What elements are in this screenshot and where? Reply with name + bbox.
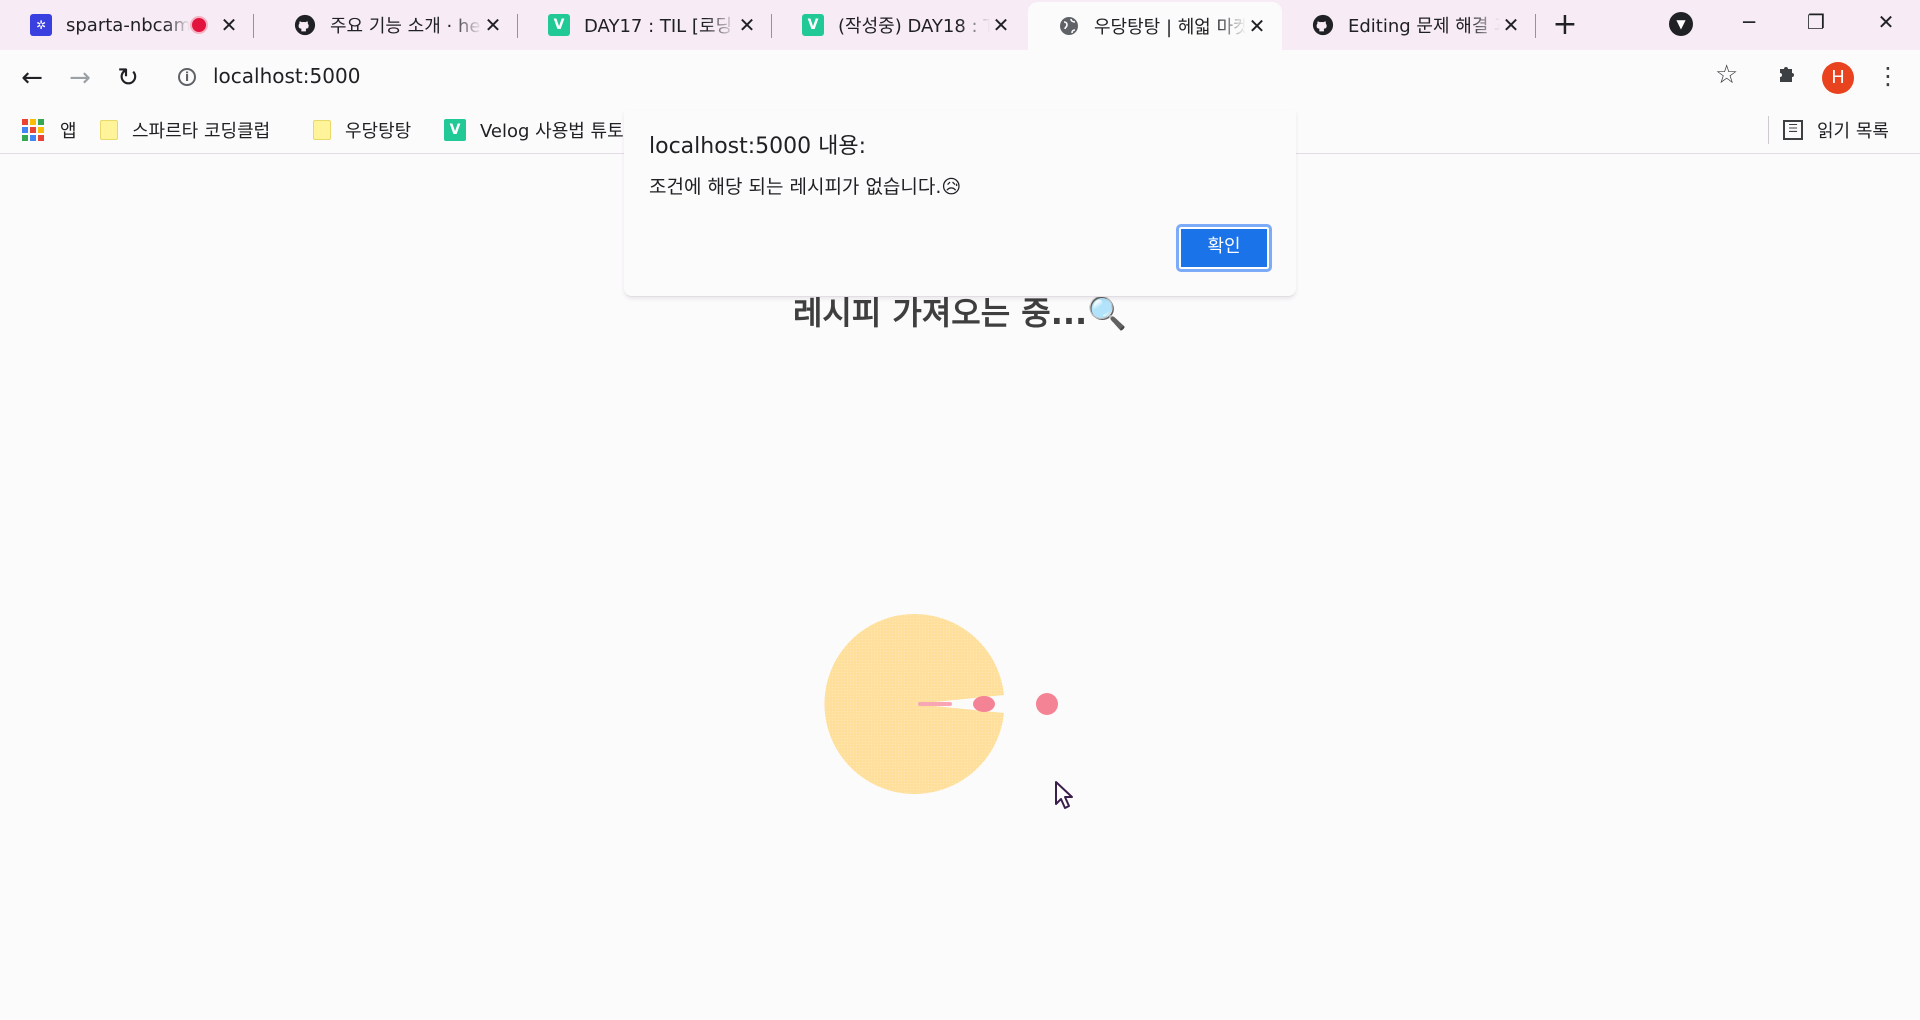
recording-icon <box>190 16 208 34</box>
reading-list-button[interactable]: ☰ 읽기 목록 <box>1783 114 1889 146</box>
tab-search-icon[interactable]: ▼ <box>1669 12 1693 36</box>
alert-dialog: localhost:5000 내용: 조건에 해당 되는 레시피가 없습니다.😥… <box>624 110 1296 297</box>
tab-github-heropy[interactable]: 주요 기능 소개 · heropy ✕ <box>264 0 518 50</box>
bookmark-label: 스파르타 코딩클럽 <box>132 121 271 142</box>
tab-active-wudang[interactable]: 우당탕탕 | 헤얿 마켓 ✕ <box>1028 2 1282 50</box>
bookmark-apps[interactable]: 앱 <box>22 114 77 146</box>
browser-toolbar: ← → ↻ i localhost:5000 ☆ H ⋮ <box>0 50 1920 106</box>
alert-ok-button[interactable]: 확인 <box>1176 224 1272 272</box>
close-icon[interactable]: ✕ <box>218 13 240 37</box>
bookmark-velog[interactable]: V Velog 사용법 튜토 <box>444 114 624 146</box>
apps-grid-icon <box>22 119 44 141</box>
github-icon <box>294 14 316 36</box>
tab-title: Editing 문제 해결 과정 <box>1348 16 1500 37</box>
folder-icon <box>100 120 118 140</box>
velog-icon: V <box>548 14 570 36</box>
profile-avatar[interactable]: H <box>1822 62 1854 94</box>
bookmark-label: 앱 <box>60 121 77 142</box>
close-icon[interactable]: ✕ <box>736 13 758 37</box>
velog-icon: V <box>444 119 466 141</box>
close-icon[interactable]: ✕ <box>990 13 1012 37</box>
tab-strip: ✲ sparta-nbcamp ✕ 주요 기능 소개 · heropy ✕ V … <box>0 0 1920 50</box>
info-icon[interactable]: i <box>178 68 196 86</box>
reading-list-icon: ☰ <box>1783 120 1803 140</box>
tab-separator <box>253 14 254 38</box>
alert-message: 조건에 해당 되는 레시피가 없습니다.😥 <box>649 176 962 198</box>
folder-icon <box>313 120 331 140</box>
bookmark-label: 우당탕탕 <box>345 121 412 142</box>
bookmark-label: Velog 사용법 튜토 <box>480 121 624 142</box>
back-arrow-icon[interactable]: ← <box>16 62 48 94</box>
tab-velog-day17[interactable]: V DAY17 : TIL [로딩 페이지] ✕ <box>518 0 772 50</box>
close-icon[interactable]: ✕ <box>1246 14 1268 38</box>
reading-list-label: 읽기 목록 <box>1817 121 1889 142</box>
pacman-loader <box>820 612 1070 802</box>
velog-icon: V <box>802 14 824 36</box>
bookmarks-divider <box>1768 116 1769 144</box>
pacman-dot <box>1036 693 1058 715</box>
window-close-icon[interactable]: ✕ <box>1866 4 1906 40</box>
sparta-icon: ✲ <box>30 14 52 36</box>
minimize-icon[interactable]: ─ <box>1729 4 1769 40</box>
tab-title: 우당탕탕 | 헤얿 마켓 <box>1094 17 1246 38</box>
alert-title: localhost:5000 내용: <box>649 134 867 159</box>
tab-title: DAY17 : TIL [로딩 페이지] <box>584 16 736 37</box>
globe-icon <box>1058 15 1080 37</box>
restore-icon[interactable]: ❐ <box>1796 4 1836 40</box>
reload-icon[interactable]: ↻ <box>112 62 144 94</box>
forward-arrow-icon[interactable]: → <box>64 62 96 94</box>
pacman-dot-eaten <box>973 696 995 712</box>
address-bar[interactable]: localhost:5000 <box>213 64 360 88</box>
close-icon[interactable]: ✕ <box>1500 13 1522 37</box>
tab-sparta[interactable]: ✲ sparta-nbcamp ✕ <box>0 0 254 50</box>
tab-title: 주요 기능 소개 · heropy <box>330 16 482 37</box>
github-icon <box>1312 14 1334 36</box>
extensions-puzzle-icon[interactable] <box>1776 62 1800 92</box>
tab-title: sparta-nbcamp <box>66 14 190 36</box>
mouse-pointer-icon <box>1054 780 1076 814</box>
new-tab-button[interactable]: + <box>1548 8 1582 42</box>
tab-github-editing[interactable]: Editing 문제 해결 과정 ✕ <box>1282 0 1536 50</box>
kebab-menu-icon[interactable]: ⋮ <box>1876 62 1900 90</box>
bookmark-star-icon[interactable]: ☆ <box>1715 60 1738 90</box>
tab-title: (작성중) DAY18 : TIL <box>838 16 990 37</box>
bookmark-wudang[interactable]: 우당탕탕 <box>313 114 411 146</box>
close-icon[interactable]: ✕ <box>482 13 504 37</box>
tab-velog-day18[interactable]: V (작성중) DAY18 : TIL ✕ <box>772 0 1026 50</box>
tab-separator <box>1535 14 1536 38</box>
bookmark-sparta[interactable]: 스파르타 코딩클럽 <box>100 114 270 146</box>
